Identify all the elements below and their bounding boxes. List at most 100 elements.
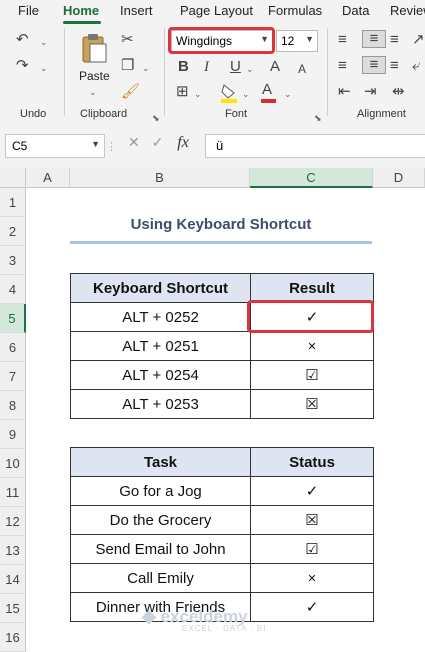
copy-icon[interactable]: ❐ xyxy=(121,58,134,74)
font-size-dropdown[interactable]: 12 ▼ xyxy=(276,30,318,52)
watermark-logo-icon: ◆ xyxy=(142,606,156,626)
bottom-align-icon[interactable]: ≡ xyxy=(390,32,399,48)
fill-color-icon[interactable] xyxy=(220,83,238,103)
orientation-icon[interactable]: ↗ xyxy=(412,32,425,48)
increase-indent-icon[interactable]: ⇥ xyxy=(364,84,377,100)
insert-function-button[interactable]: fx xyxy=(177,134,189,151)
row-header-3[interactable]: 3 xyxy=(0,246,26,275)
row-header-10[interactable]: 10 xyxy=(0,449,26,478)
row-header-15[interactable]: 15 xyxy=(0,594,26,623)
status-cell[interactable]: ☒ xyxy=(250,505,374,535)
row-header-5[interactable]: 5 xyxy=(0,304,26,333)
task-table: Task Status Go for a Jog ✓ Do the Grocer… xyxy=(70,447,374,622)
task-cell[interactable]: Do the Grocery xyxy=(70,505,251,535)
watermark: ◆ exceldemy EXCEL · DATA · BI xyxy=(142,606,265,633)
font-name-highlight xyxy=(168,27,275,54)
row-header-9[interactable]: 9 xyxy=(0,420,26,449)
tab-file[interactable]: File xyxy=(18,3,39,18)
font-group-label: Font xyxy=(225,108,248,120)
column-header-a[interactable]: A xyxy=(26,168,70,188)
middle-align-icon[interactable]: ≡ xyxy=(362,30,386,48)
increase-font-button[interactable]: A xyxy=(270,59,280,75)
shortcut-cell[interactable]: ALT + 0254 xyxy=(70,360,251,390)
underline-dropdown-icon[interactable]: ⌄ xyxy=(246,61,254,77)
shortcut-cell[interactable]: ALT + 0252 xyxy=(70,302,251,332)
shortcut-cell[interactable]: ALT + 0251 xyxy=(70,331,251,361)
task-cell[interactable]: Call Emily xyxy=(70,563,251,593)
paste-button-label[interactable]: Paste xyxy=(79,69,110,83)
table-header-cell[interactable]: Status xyxy=(250,447,374,477)
underline-button[interactable]: U xyxy=(230,59,241,75)
table-row: ALT + 0254 ☑ xyxy=(70,360,374,390)
group-divider xyxy=(164,28,165,116)
name-box[interactable]: C5 ▼ xyxy=(5,134,105,158)
borders-dropdown-icon[interactable]: ⌄ xyxy=(194,86,202,102)
status-cell[interactable]: ✓ xyxy=(250,476,374,506)
formula-input[interactable]: ü xyxy=(205,134,425,158)
task-cell[interactable]: Send Email to John xyxy=(70,534,251,564)
row-header-8[interactable]: 8 xyxy=(0,391,26,420)
row-header-7[interactable]: 7 xyxy=(0,362,26,391)
row-header-6[interactable]: 6 xyxy=(0,333,26,362)
formula-bar: C5 ▼ ⋮ ✕ ✓ fx ü xyxy=(0,124,425,169)
row-header-11[interactable]: 11 xyxy=(0,478,26,507)
wrap-text-icon[interactable]: ⤶ xyxy=(412,58,420,74)
tab-data[interactable]: Data xyxy=(342,3,369,18)
enter-icon[interactable]: ✓ xyxy=(152,134,164,150)
table-header-cell[interactable]: Result xyxy=(250,273,374,303)
bold-button[interactable]: B xyxy=(178,59,189,75)
cut-icon[interactable]: ✂ xyxy=(121,32,134,48)
ribbon: ↶ ⌄ ↷ ⌄ Undo Paste ⌄ ✂ ❐ ⌄ 🖌 Clipboard ⬊… xyxy=(0,24,425,125)
table-header-cell[interactable]: Keyboard Shortcut xyxy=(70,273,251,303)
row-header-14[interactable]: 14 xyxy=(0,565,26,594)
column-header-c[interactable]: C xyxy=(250,168,373,188)
status-cell[interactable]: ✕ xyxy=(250,563,374,593)
tab-formulas[interactable]: Formulas xyxy=(268,3,322,18)
paste-icon[interactable] xyxy=(80,32,108,64)
status-cell[interactable]: ✓ xyxy=(250,592,374,622)
top-align-icon[interactable]: ≡ xyxy=(338,32,347,48)
watermark-tagline: EXCEL · DATA · BI xyxy=(182,624,267,633)
tab-insert[interactable]: Insert xyxy=(120,3,153,18)
redo-dropdown-icon[interactable]: ⌄ xyxy=(40,60,48,76)
result-cell[interactable]: ☑ xyxy=(250,360,374,390)
borders-icon[interactable]: ⊞ xyxy=(176,84,189,100)
format-painter-icon[interactable]: 🖌 xyxy=(121,84,140,100)
task-cell[interactable]: Go for a Jog xyxy=(70,476,251,506)
undo-dropdown-icon[interactable]: ⌄ xyxy=(40,34,48,50)
merge-center-icon[interactable]: ⇹ xyxy=(392,84,405,100)
tab-review[interactable]: Review xyxy=(390,3,425,18)
decrease-font-button[interactable]: A xyxy=(298,61,306,77)
status-cell[interactable]: ☑ xyxy=(250,534,374,564)
align-center-icon[interactable]: ≡ xyxy=(362,56,386,74)
cancel-icon[interactable]: ✕ xyxy=(128,134,140,150)
undo-icon[interactable]: ↶ xyxy=(16,32,29,48)
result-cell[interactable]: ☒ xyxy=(250,389,374,419)
decrease-indent-icon[interactable]: ⇤ xyxy=(338,84,351,100)
tab-page-layout[interactable]: Page Layout xyxy=(180,3,253,18)
italic-button[interactable]: I xyxy=(204,59,209,75)
fill-color-dropdown-icon[interactable]: ⌄ xyxy=(242,86,250,102)
name-box-value: C5 xyxy=(12,139,28,153)
column-header-b[interactable]: B xyxy=(70,168,250,188)
tab-home[interactable]: Home xyxy=(63,3,99,18)
row-header-12[interactable]: 12 xyxy=(0,507,26,536)
shortcut-cell[interactable]: ALT + 0253 xyxy=(70,389,251,419)
row-header-1[interactable]: 1 xyxy=(0,188,26,217)
row-header-13[interactable]: 13 xyxy=(0,536,26,565)
menu-bar: File Home Insert Page Layout Formulas Da… xyxy=(0,0,425,24)
align-right-icon[interactable]: ≡ xyxy=(390,58,399,74)
table-header-cell[interactable]: Task xyxy=(70,447,251,477)
redo-icon[interactable]: ↷ xyxy=(16,58,29,74)
paste-dropdown-icon[interactable]: ⌄ xyxy=(89,84,97,100)
result-cell[interactable]: ✕ xyxy=(250,331,374,361)
font-color-dropdown-icon[interactable]: ⌄ xyxy=(284,86,292,102)
row-header-2[interactable]: 2 xyxy=(0,217,26,246)
row-header-16[interactable]: 16 xyxy=(0,623,26,652)
font-color-button[interactable]: A xyxy=(262,82,272,98)
align-left-icon[interactable]: ≡ xyxy=(338,58,347,74)
select-all-corner[interactable] xyxy=(0,168,26,188)
row-header-4[interactable]: 4 xyxy=(0,275,26,304)
column-header-d[interactable]: D xyxy=(373,168,425,188)
copy-dropdown-icon[interactable]: ⌄ xyxy=(142,60,150,76)
